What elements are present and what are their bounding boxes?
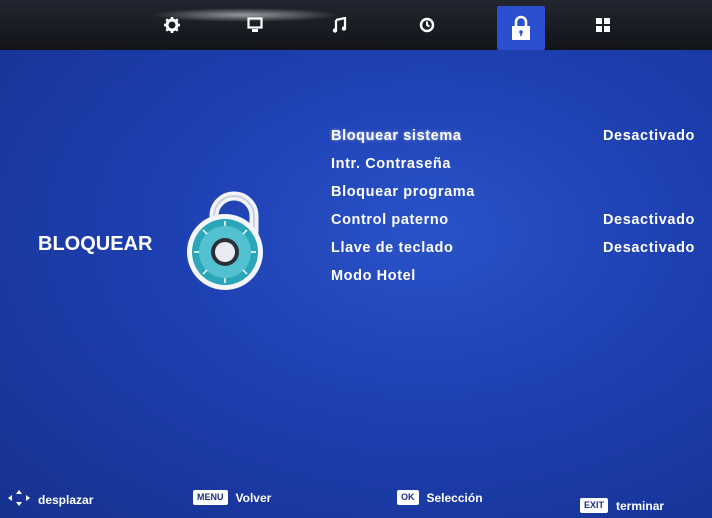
padlock-illustration-icon: [180, 190, 280, 300]
tv-menu-screen: BLOQUEAR Bloquear sistema Desactivado In…: [0, 0, 712, 518]
lock-icon[interactable]: [497, 6, 545, 50]
hint-select-label: Selección: [426, 490, 483, 505]
ok-key-icon: OK: [397, 490, 419, 505]
menu-item-label: Control paterno: [331, 212, 449, 228]
grid-icon[interactable]: [588, 10, 618, 40]
hint-move-label: desplazar: [38, 492, 94, 507]
dpad-arrows-icon: [8, 490, 30, 509]
menu-item-label: Bloquear sistema: [331, 128, 462, 144]
screen-icon[interactable]: [240, 10, 270, 40]
hint-exit: EXIT terminar: [580, 498, 664, 513]
top-menu-bar: [0, 0, 712, 50]
hint-exit-label: terminar: [616, 498, 665, 513]
hint-move: desplazar: [8, 490, 93, 509]
clock-icon[interactable]: [412, 10, 442, 40]
menu-item-value: Desactivado: [602, 128, 695, 144]
menu-item-label: Modo Hotel: [331, 268, 416, 284]
hint-back: MENU Volver: [193, 490, 271, 505]
lock-menu-list: Bloquear sistema Desactivado Intr. Contr…: [331, 122, 711, 290]
menu-item-value: Desactivado: [602, 212, 695, 228]
menu-item-label: Intr. Contraseña: [331, 156, 451, 172]
music-note-icon[interactable]: [325, 10, 355, 40]
menu-item-label: Llave de teclado: [331, 240, 454, 256]
exit-key-icon: EXIT: [580, 498, 609, 513]
section-title: BLOQUEAR: [38, 233, 153, 255]
hint-back-label: Volver: [235, 490, 272, 505]
menu-item-value: Desactivado: [602, 240, 695, 256]
menu-item-control-paterno[interactable]: Control paterno Desactivado: [331, 206, 711, 234]
menu-item-modo-hotel[interactable]: Modo Hotel: [331, 262, 711, 290]
menu-item-bloquear-programa[interactable]: Bloquear programa: [331, 178, 711, 206]
menu-key-icon: MENU: [193, 490, 228, 505]
hint-select: OK Selección: [397, 490, 483, 505]
menu-item-llave-teclado[interactable]: Llave de teclado Desactivado: [331, 234, 711, 262]
menu-item-bloquear-sistema[interactable]: Bloquear sistema Desactivado: [331, 122, 711, 150]
picture-settings-icon[interactable]: [157, 10, 187, 40]
menu-item-contrasena[interactable]: Intr. Contraseña: [331, 150, 711, 178]
menu-item-label: Bloquear programa: [331, 184, 475, 200]
